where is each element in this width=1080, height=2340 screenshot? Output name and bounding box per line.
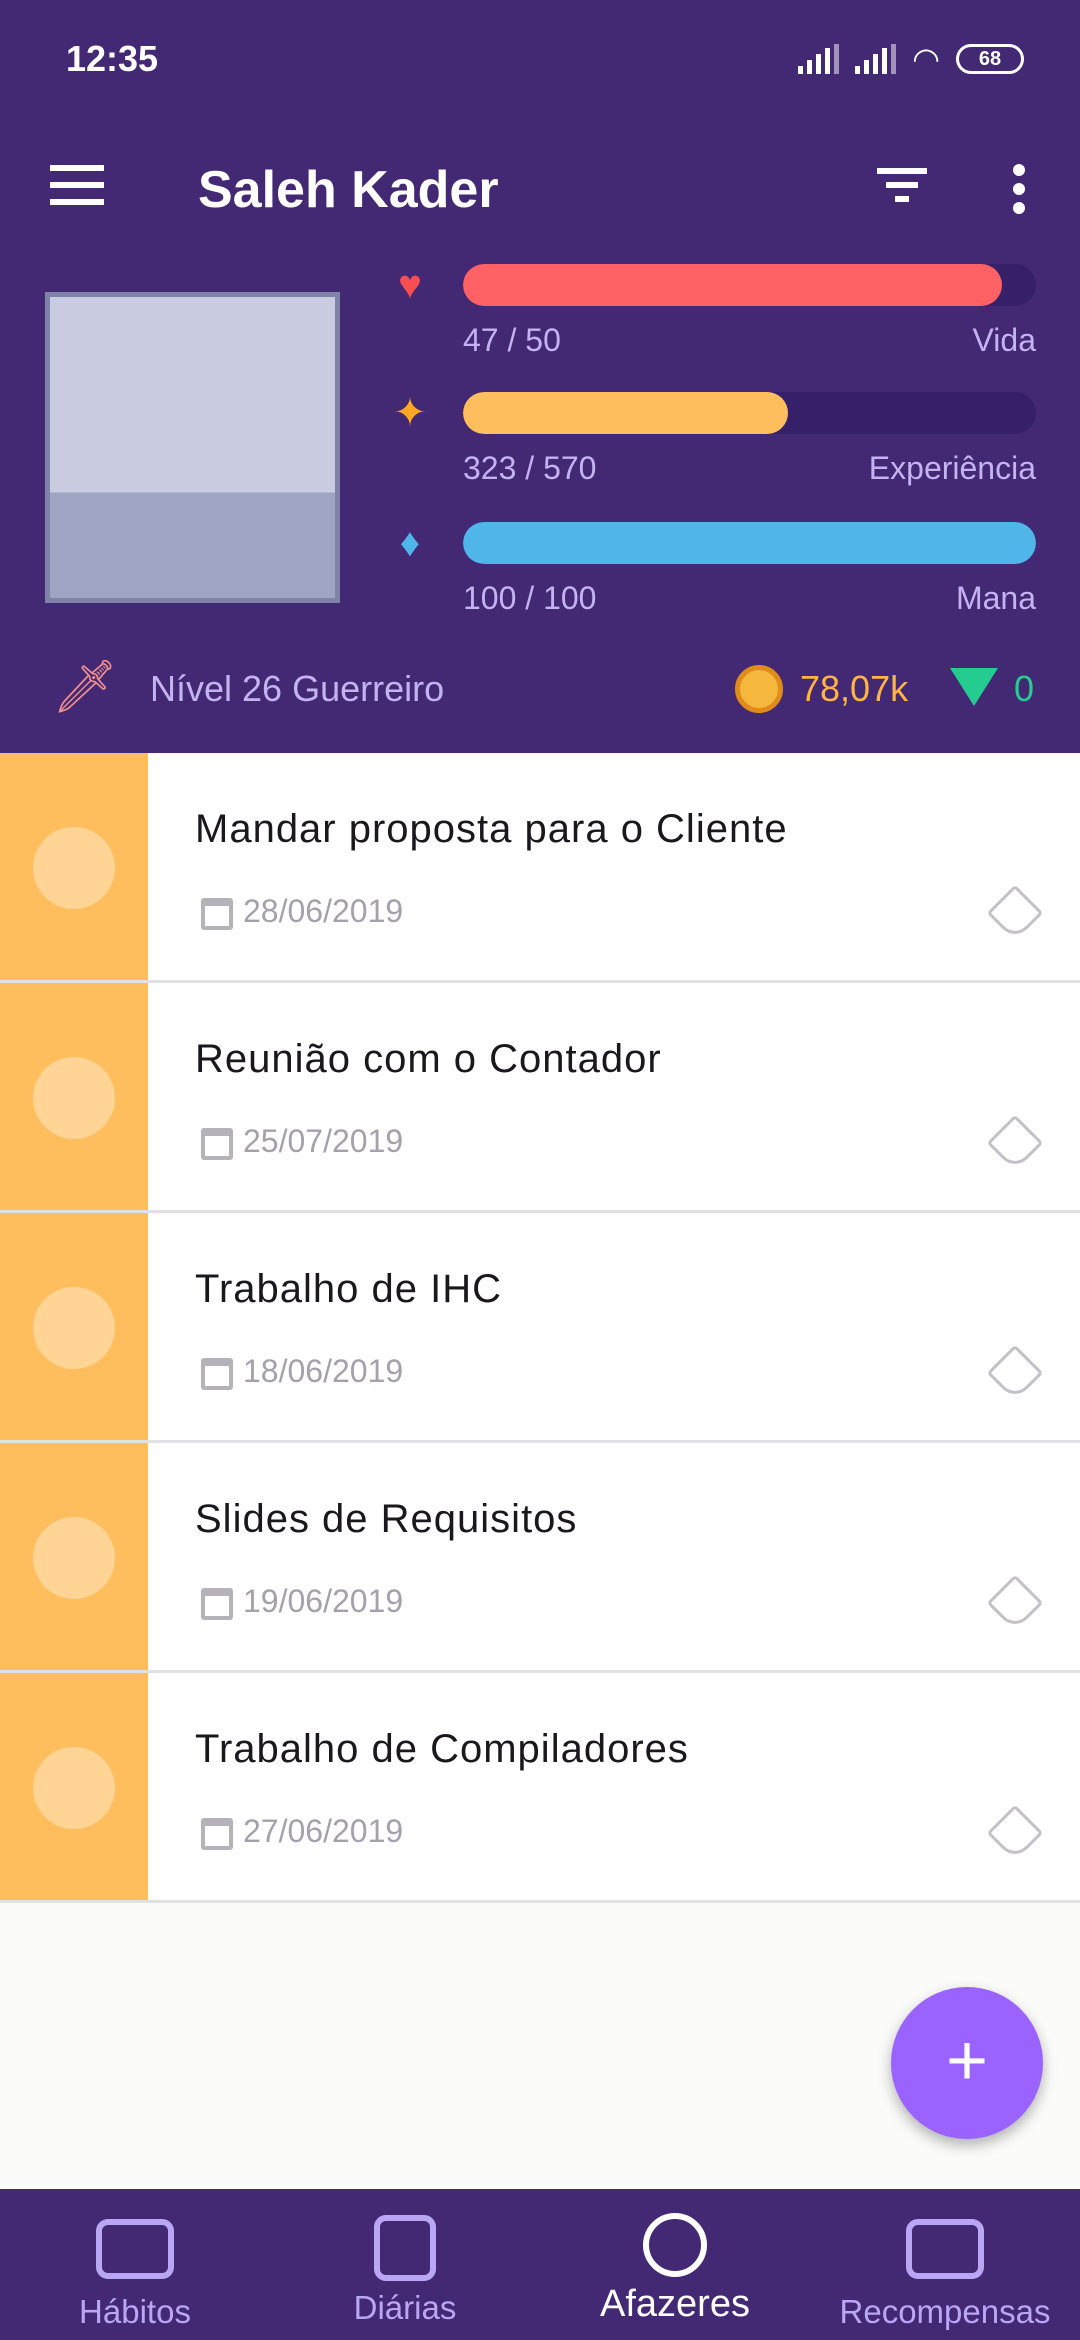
gem-icon <box>950 668 998 706</box>
task-checkbox[interactable] <box>33 1057 115 1139</box>
tag-icon[interactable] <box>986 1344 1044 1402</box>
heart-icon: ♥ <box>398 263 422 307</box>
bottom-nav: Hábitos Diárias Afazeres Recompensas <box>0 2189 1080 2340</box>
tab-afazeres[interactable]: Afazeres <box>540 2189 810 2340</box>
task-title: Trabalho de IHC <box>195 1267 502 1311</box>
experience-bar <box>463 392 1036 434</box>
task-row[interactable]: Trabalho de IHC 18/06/2019 <box>0 1213 1080 1443</box>
experience-bar-fill <box>463 392 788 434</box>
mana-label: Mana <box>955 580 1036 616</box>
calendar-icon <box>201 898 233 930</box>
task-strip <box>0 983 148 1210</box>
gold-amount: 78,07k <box>800 668 909 709</box>
task-title: Trabalho de Compiladores <box>195 1727 689 1771</box>
check-circle-icon <box>643 2213 707 2277</box>
task-checkbox[interactable] <box>33 1517 115 1599</box>
status-icons: ◠ 68 <box>798 40 1024 78</box>
avatar[interactable] <box>45 292 340 603</box>
tag-icon[interactable] <box>986 1804 1044 1862</box>
level-class: Nível 26 Guerreiro <box>150 668 445 709</box>
task-row[interactable]: Mandar proposta para o Cliente 28/06/201… <box>0 753 1080 983</box>
treasure-chest-icon <box>906 2219 984 2279</box>
tab-label: Recompensas <box>839 2293 1051 2330</box>
sword-icon: 🗡 <box>52 658 119 716</box>
plus-minus-icon <box>96 2219 174 2279</box>
star-icon: ✦ <box>393 391 427 435</box>
mana-bar <box>463 522 1036 564</box>
wifi-icon: ◠ <box>912 41 940 77</box>
calendar-icon <box>201 1588 233 1620</box>
gem-amount: 0 <box>1014 668 1035 709</box>
tab-diarias[interactable]: Diárias <box>270 2189 540 2340</box>
menu-button[interactable] <box>50 165 104 205</box>
task-title: Slides de Requisitos <box>195 1497 578 1541</box>
tag-icon[interactable] <box>986 1574 1044 1632</box>
calendar-icon <box>201 1358 233 1390</box>
task-due-date: 28/06/2019 <box>243 893 404 929</box>
mana-drop-icon: ♦ <box>399 521 421 565</box>
tab-label: Hábitos <box>79 2293 191 2330</box>
task-title: Reunião com o Contador <box>195 1037 662 1081</box>
mana-value: 100 / 100 <box>463 580 597 616</box>
signal-icon <box>855 44 897 74</box>
more-options-button[interactable] <box>1010 164 1028 214</box>
task-checkbox[interactable] <box>33 1287 115 1369</box>
task-strip <box>0 1213 148 1440</box>
health-bar <box>463 264 1036 306</box>
task-row[interactable]: Trabalho de Compiladores 27/06/2019 <box>0 1673 1080 1903</box>
add-task-button[interactable]: + <box>891 1987 1043 2139</box>
calendar-icon <box>374 2215 436 2281</box>
calendar-icon <box>201 1128 233 1160</box>
todo-list: Mandar proposta para o Cliente 28/06/201… <box>0 753 1080 1903</box>
task-strip <box>0 1673 148 1900</box>
task-due-date: 18/06/2019 <box>243 1353 404 1389</box>
header: 12:35 ◠ 68 Saleh Kader ♥ 47 / 50 Vida ✦ … <box>0 0 1080 753</box>
task-checkbox[interactable] <box>33 827 115 909</box>
battery-icon: 68 <box>956 44 1024 74</box>
task-row[interactable]: Slides de Requisitos 19/06/2019 <box>0 1443 1080 1673</box>
calendar-icon <box>201 1818 233 1850</box>
filter-button[interactable] <box>876 168 928 208</box>
tag-icon[interactable] <box>986 884 1044 942</box>
task-checkbox[interactable] <box>33 1747 115 1829</box>
health-value: 47 / 50 <box>463 322 561 358</box>
task-row[interactable]: Reunião com o Contador 25/07/2019 <box>0 983 1080 1213</box>
experience-value: 323 / 570 <box>463 450 597 486</box>
health-label: Vida <box>972 322 1036 358</box>
health-bar-fill <box>463 264 1002 306</box>
tab-habitos[interactable]: Hábitos <box>0 2189 270 2340</box>
mana-bar-fill <box>463 522 1036 564</box>
page-title: Saleh Kader <box>198 161 499 219</box>
tag-icon[interactable] <box>986 1114 1044 1172</box>
tab-recompensas[interactable]: Recompensas <box>810 2189 1080 2340</box>
tab-label: Diárias <box>353 2289 457 2326</box>
status-time: 12:35 <box>66 38 159 79</box>
task-due-date: 27/06/2019 <box>243 1813 404 1849</box>
tab-label: Afazeres <box>600 2283 750 2325</box>
task-strip <box>0 1443 148 1670</box>
signal-icon <box>798 44 840 74</box>
task-due-date: 19/06/2019 <box>243 1583 404 1619</box>
gold-coin-icon <box>735 665 783 713</box>
experience-label: Experiência <box>868 450 1036 486</box>
task-due-date: 25/07/2019 <box>243 1123 404 1159</box>
task-strip <box>0 753 148 980</box>
task-title: Mandar proposta para o Cliente <box>195 807 788 851</box>
